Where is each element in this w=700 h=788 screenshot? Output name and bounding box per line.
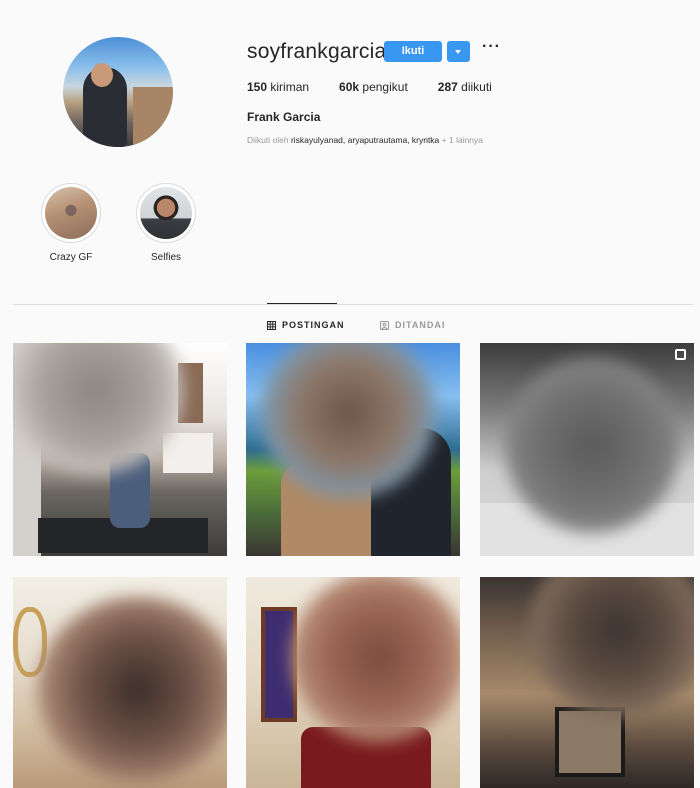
post-thumbnail[interactable] [480,577,694,788]
post-thumbnail[interactable] [13,343,227,556]
highlight-crazy-gf[interactable]: Crazy GF [41,183,101,263]
highlight-ring [136,183,196,243]
tab-active-indicator [267,303,337,304]
tab-label: POSTINGAN [282,320,345,330]
profile-stats: 150 kiriman 60k pengikut 287 diikuti [247,80,522,94]
post-thumbnail[interactable] [246,343,460,556]
post-image-detail [555,707,625,777]
post-thumbnail[interactable] [13,577,227,788]
tab-ditandai[interactable]: DITANDAI [380,320,445,330]
blurred-face [291,577,460,742]
blurred-face [38,597,227,782]
grid-icon [267,320,276,330]
blurred-face [13,343,183,473]
stat-following-label: diikuti [457,80,492,94]
stat-following[interactable]: 287 diikuti [438,80,492,94]
followed-by-prefix: Diikuti oleh [247,135,291,145]
avatar-person-head [91,63,113,87]
tab-postingan[interactable]: POSTINGAN [267,320,345,330]
stat-posts-count: 150 [247,80,268,94]
highlight-label: Crazy GF [49,252,93,263]
stat-following-count: 287 [437,80,458,94]
highlight-ring [41,183,101,243]
highlight-label: Selfies [150,252,181,263]
tag-icon [380,320,389,330]
multiple-photos-icon [675,349,686,360]
post-thumbnail[interactable] [246,577,460,788]
post-thumbnail[interactable] [480,343,694,556]
follow-button[interactable]: Ikuti [384,41,442,62]
post-image-detail [163,433,213,473]
suggestions-dropdown-button[interactable] [447,41,470,62]
profile-full-name: Frank Garcia [247,110,321,124]
stat-followers[interactable]: 60k pengikut [339,80,408,94]
followed-by-text[interactable]: Diikuti oleh riskayulyanad, aryaputrauta… [247,135,483,145]
stat-posts: 150 kiriman [247,80,309,94]
followed-by-names[interactable]: riskayulyanad, aryaputrautama, kryntka [291,135,439,145]
stat-posts-label: kiriman [267,80,310,94]
highlight-thumbnail [45,187,97,239]
profile-avatar[interactable] [63,37,173,147]
tab-label: DITANDAI [395,320,446,330]
blurred-face [530,577,694,717]
stat-followers-label: pengikut [359,80,408,94]
avatar-background-building [133,87,173,147]
followed-by-suffix: + 1 lainnya [439,135,484,145]
stat-followers-count: 60k [339,80,360,94]
highlight-selfies[interactable]: Selfies [136,183,196,263]
highlight-thumbnail [140,187,192,239]
tabs-divider [13,304,693,305]
more-options-icon[interactable]: ··· [482,38,501,56]
profile-username: soyfrankgarcia [247,40,387,63]
blurred-face [505,358,680,533]
